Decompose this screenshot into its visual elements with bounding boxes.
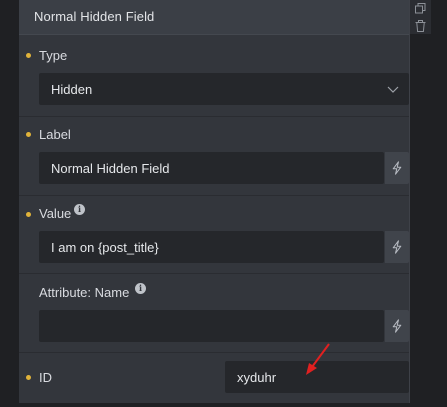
required-bullet: [26, 53, 31, 58]
info-icon[interactable]: i: [135, 283, 146, 294]
attribute-name-input[interactable]: [39, 310, 384, 342]
type-label: Type: [39, 48, 68, 63]
value-label: Value: [39, 206, 72, 221]
section-divider: [19, 195, 409, 196]
side-toolbar: [410, 0, 431, 34]
value-input-value: I am on {post_title}: [51, 240, 159, 255]
label-input-value: Normal Hidden Field: [51, 161, 170, 176]
required-bullet: [26, 212, 31, 217]
required-bullet: [26, 375, 31, 380]
page: Normal Hidden Field Type Hidden Label No…: [0, 0, 447, 407]
panel-bottom-edge: [19, 403, 409, 407]
chevron-down-icon: [387, 86, 399, 93]
info-icon[interactable]: i: [74, 204, 85, 215]
panel-title: Normal Hidden Field: [34, 9, 155, 24]
lightning-icon: [392, 319, 402, 333]
trash-icon[interactable]: [414, 19, 427, 32]
attribute-name-label: Attribute: Name: [39, 285, 130, 300]
id-label: ID: [39, 370, 52, 385]
label-input[interactable]: Normal Hidden Field: [39, 152, 384, 184]
type-select[interactable]: Hidden: [39, 73, 409, 105]
label-dynamic-data-button[interactable]: [385, 152, 409, 184]
duplicate-icon[interactable]: [414, 2, 427, 15]
section-divider: [19, 273, 409, 274]
value-input[interactable]: I am on {post_title}: [39, 231, 384, 263]
label-label: Label: [39, 127, 71, 142]
lightning-icon: [392, 161, 402, 175]
value-dynamic-data-button[interactable]: [385, 231, 409, 263]
annotation-arrow-icon: [306, 343, 330, 375]
id-input-value: xyduhr: [237, 370, 277, 385]
type-select-value: Hidden: [51, 82, 93, 97]
section-divider: [19, 352, 409, 353]
section-divider: [19, 116, 409, 117]
attribute-name-dynamic-data-button[interactable]: [385, 310, 409, 342]
form-field-panel: [19, 0, 410, 403]
lightning-icon: [392, 240, 402, 254]
required-bullet: [26, 132, 31, 137]
